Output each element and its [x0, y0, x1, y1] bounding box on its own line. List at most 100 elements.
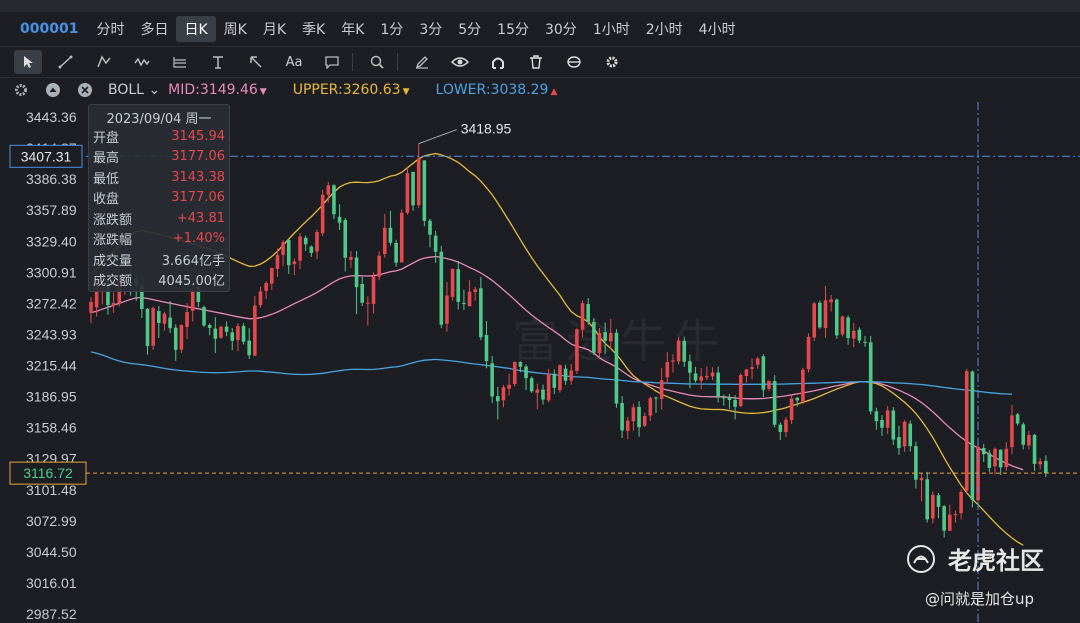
period-tab[interactable]: 5分: [450, 16, 489, 42]
tooltip-row: 成交额 4045.00亿: [89, 270, 229, 291]
y-tick-label: 3386.38: [26, 171, 77, 187]
lower-value: LOWER:3038.29 ▲: [436, 82, 558, 98]
tiger-logo-icon: [907, 545, 935, 573]
period-tab[interactable]: 15分: [489, 16, 537, 42]
candle-body: [959, 491, 963, 514]
candle-body: [682, 340, 687, 362]
candle-body: [1015, 414, 1020, 424]
candle-body: [772, 381, 777, 425]
tooltip-key: 最高: [93, 151, 120, 167]
candle-body: [467, 291, 472, 307]
tooltip-row: 涨跌幅 +1.40%: [89, 229, 229, 250]
candle-body: [998, 449, 1003, 468]
period-tab[interactable]: 3分: [411, 16, 450, 42]
polyline-icon[interactable]: [90, 50, 118, 74]
candle-body: [953, 514, 958, 516]
candle-body: [789, 398, 794, 421]
candle-body: [705, 375, 709, 378]
sync-icon[interactable]: [560, 50, 588, 74]
candle-body: [868, 342, 873, 412]
candle-body: [501, 387, 506, 401]
trash-icon[interactable]: [522, 50, 550, 74]
tooltip-value: 3177.06: [171, 190, 225, 206]
period-tab[interactable]: 季K: [294, 16, 333, 42]
gear-icon[interactable]: [598, 50, 626, 74]
close-icon[interactable]: [74, 79, 96, 101]
candle-body: [303, 237, 308, 245]
candle-body: [806, 336, 811, 370]
indicator-bar: BOLL ⌄ MID:3149.46 ▼ UPPER:3260.63 ▼ LOWER…: [0, 78, 1080, 102]
candle-body: [241, 325, 246, 342]
candle-body: [366, 302, 370, 304]
candle-body: [224, 326, 229, 332]
candle-body: [377, 255, 381, 277]
y-tick-label: 3357.89: [26, 202, 77, 218]
lock-icon[interactable]: [484, 50, 512, 74]
candle-body: [970, 371, 975, 500]
symbol-code[interactable]: 000001: [20, 21, 78, 37]
window-top-strip: [0, 0, 1080, 12]
candle-body: [439, 251, 444, 325]
period-tab[interactable]: 月K: [255, 16, 294, 42]
period-tab[interactable]: 30分: [537, 16, 585, 42]
tooltip-key: 涨跌额: [93, 212, 133, 228]
pencil-icon[interactable]: [408, 50, 436, 74]
candle-body: [1032, 434, 1037, 464]
candle-body: [1044, 460, 1048, 474]
candle-body: [270, 268, 274, 284]
indicator-name[interactable]: BOLL ⌄: [108, 82, 160, 98]
period-tab[interactable]: 日K: [176, 16, 216, 42]
period-tab[interactable]: 4小时: [691, 16, 744, 42]
candle-body: [761, 356, 766, 390]
collapse-icon[interactable]: [42, 79, 64, 101]
period-tab[interactable]: 1分: [372, 16, 411, 42]
candle-body: [145, 308, 150, 346]
period-tab[interactable]: 分时: [88, 16, 132, 42]
candle-body: [388, 227, 393, 243]
magnet-icon[interactable]: [363, 50, 391, 74]
candle-body: [563, 368, 568, 381]
candle-body: [885, 410, 890, 428]
candle-body: [371, 276, 376, 304]
line-icon[interactable]: [52, 50, 80, 74]
candle-body: [738, 375, 743, 407]
cursor-icon[interactable]: [14, 50, 42, 74]
candle-body: [496, 396, 500, 402]
candle-body: [173, 327, 178, 350]
period-tab[interactable]: 1小时: [585, 16, 638, 42]
candle-body: [597, 333, 602, 354]
user-watermark: @问就是加仓up: [925, 590, 1035, 608]
period-tab[interactable]: 2小时: [638, 16, 691, 42]
candle-body: [337, 216, 342, 223]
candle-body: [818, 302, 822, 328]
chevron-down-icon: ⌄: [148, 82, 161, 98]
candle-body: [552, 373, 557, 388]
wave-icon[interactable]: [128, 50, 156, 74]
period-tab[interactable]: 年K: [333, 16, 372, 42]
tooltip-key: 最低: [93, 171, 120, 187]
eye-icon[interactable]: [446, 50, 474, 74]
candle-body: [840, 316, 845, 335]
y-tick-label: 3215.44: [26, 358, 77, 374]
tooltip-row: 最低 3143.38: [89, 167, 229, 188]
candle-body: [230, 332, 235, 341]
period-tab[interactable]: 周K: [216, 16, 255, 42]
fibonacci-icon[interactable]: [166, 50, 194, 74]
tooltip-value: 3145.94: [171, 128, 225, 144]
y-tick-label: 3243.93: [26, 326, 77, 342]
comment-icon[interactable]: [318, 50, 346, 74]
candle-body: [846, 317, 850, 339]
tooltip-value: 3177.06: [171, 149, 225, 165]
indicator-settings-icon[interactable]: [10, 79, 32, 101]
candle-body: [829, 299, 833, 303]
vertical-line-icon[interactable]: [204, 50, 232, 74]
candle-body: [202, 307, 206, 326]
y-tick-label: 3072.99: [26, 513, 77, 529]
period-tab[interactable]: 多日: [132, 16, 176, 42]
arrow-icon[interactable]: [242, 50, 270, 74]
text-icon[interactable]: Aa: [280, 50, 308, 74]
candle-body: [722, 397, 726, 399]
candle-body: [219, 326, 223, 338]
tooltip-date: 2023/09/04 周一: [106, 112, 212, 127]
candle-body: [529, 378, 534, 392]
